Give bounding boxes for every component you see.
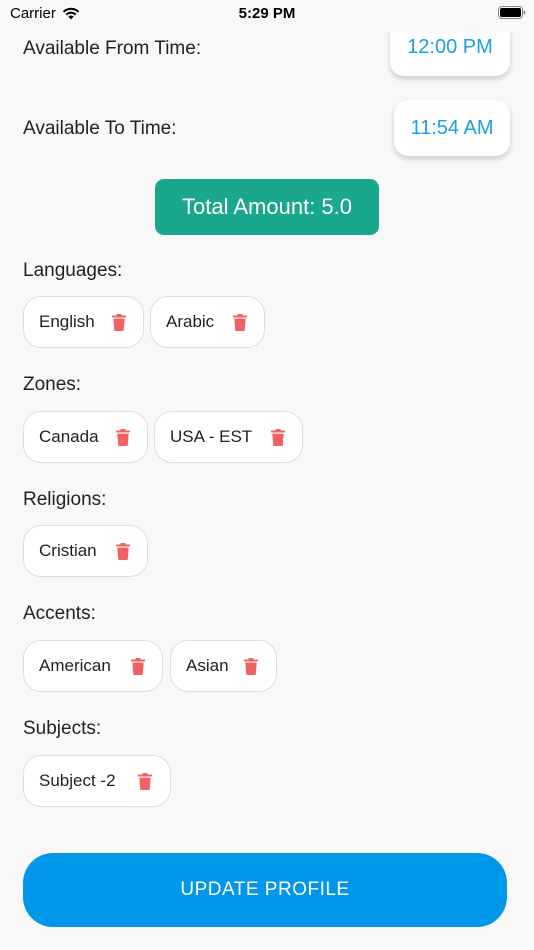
religion-chip-cristian[interactable]: Cristian — [23, 525, 148, 577]
accent-chip-asian[interactable]: Asian — [170, 640, 277, 692]
trash-icon[interactable] — [112, 314, 126, 331]
chip-label: English — [39, 312, 95, 331]
available-to-row: Available To Time: 11:54 AM — [0, 99, 534, 159]
trash-icon[interactable] — [271, 429, 285, 446]
religions-label: Religions: — [23, 489, 107, 510]
zone-chip-canada[interactable]: Canada — [23, 411, 148, 463]
available-to-label: Available To Time: — [23, 118, 177, 139]
total-amount-badge: Total Amount: 5.0 — [155, 179, 379, 235]
available-to-time-picker[interactable]: 11:54 AM — [394, 100, 510, 156]
chip-label: Arabic — [166, 312, 215, 331]
trash-icon[interactable] — [116, 429, 130, 446]
trash-icon[interactable] — [244, 658, 258, 675]
language-chip-arabic[interactable]: Arabic — [150, 296, 265, 348]
battery-icon — [498, 6, 526, 19]
trash-icon[interactable] — [233, 314, 247, 331]
chip-label: Cristian — [39, 541, 97, 560]
chip-label: Canada — [39, 427, 99, 446]
trash-icon[interactable] — [116, 543, 130, 560]
language-chip-english[interactable]: English — [23, 296, 144, 348]
subjects-label: Subjects: — [23, 718, 102, 739]
chip-label: USA - EST — [170, 427, 253, 446]
accent-chip-american[interactable]: American — [23, 640, 163, 692]
chip-label: American — [39, 656, 111, 675]
trash-icon[interactable] — [138, 773, 152, 790]
status-bar-overlay: Carrier 5:29 PM — [0, 0, 534, 30]
chip-label: Asian — [186, 656, 229, 675]
zone-chip-usa-est[interactable]: USA - EST — [154, 411, 303, 463]
chip-label: Subject -2 — [39, 771, 116, 790]
subject-chip-subject-2[interactable]: Subject -2 — [23, 755, 171, 807]
accents-label: Accents: — [23, 603, 96, 624]
languages-label: Languages: — [23, 260, 123, 281]
update-profile-button[interactable]: UPDATE PROFILE — [23, 853, 507, 927]
available-from-label: Available From Time: — [23, 38, 202, 59]
zones-label: Zones: — [23, 374, 82, 395]
trash-icon[interactable] — [131, 658, 145, 675]
status-time-overlay: 5:29 PM — [238, 5, 296, 22]
